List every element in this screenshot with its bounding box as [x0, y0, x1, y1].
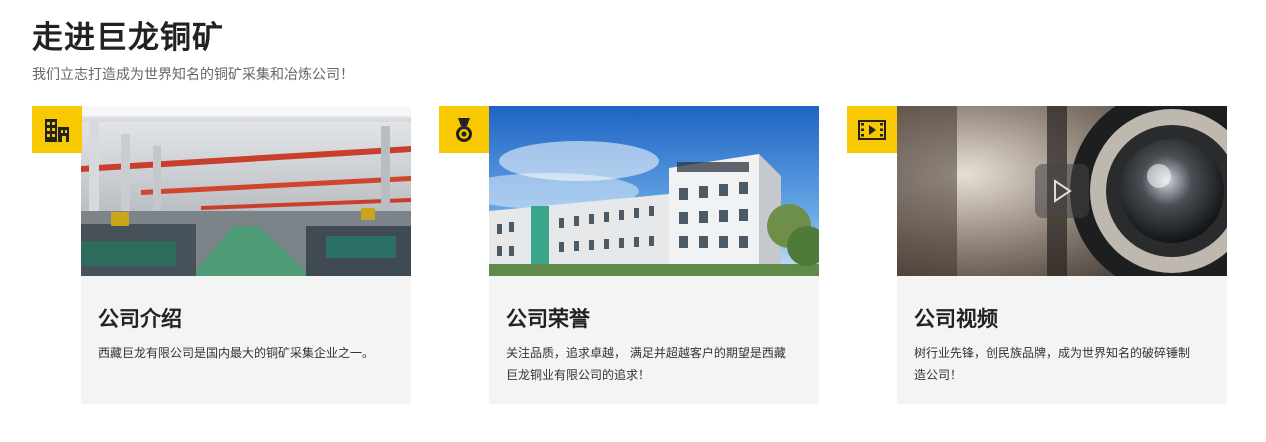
card-company-honors[interactable]: 公司荣誉 关注品质，追求卓越， 满足并超越客户的期望是西藏巨龙铜业有限公司的追求…: [489, 106, 819, 404]
card-body: 公司视频 树行业先锋，创民族品牌，成为世界知名的破碎锤制造公司！: [897, 276, 1227, 404]
play-button[interactable]: [1035, 164, 1089, 218]
section-title: 走进巨龙铜矿: [32, 20, 224, 56]
building-icon: [32, 106, 82, 153]
card-title[interactable]: 公司视频: [914, 303, 998, 333]
office-building-image[interactable]: [489, 106, 819, 276]
card-title[interactable]: 公司介绍: [98, 303, 182, 333]
factory-image[interactable]: [81, 106, 411, 276]
medal-icon: [439, 106, 489, 153]
section-subtitle: 我们立志打造成为世界知名的铜矿采集和冶炼公司！: [32, 67, 354, 83]
card-body: 公司荣誉 关注品质，追求卓越， 满足并超越客户的期望是西藏巨龙铜业有限公司的追求…: [489, 276, 819, 404]
card-company-video[interactable]: 公司视频 树行业先锋，创民族品牌，成为世界知名的破碎锤制造公司！: [897, 106, 1227, 404]
card-company-intro[interactable]: 公司介绍 西藏巨龙有限公司是国内最大的铜矿采集企业之一。: [81, 106, 411, 404]
film-icon: [847, 106, 897, 153]
card-title[interactable]: 公司荣誉: [506, 303, 590, 333]
card-description: 树行业先锋，创民族品牌，成为世界知名的破碎锤制造公司！: [914, 346, 1191, 382]
card-description: 西藏巨龙有限公司是国内最大的铜矿采集企业之一。: [98, 346, 375, 360]
camera-lens-image[interactable]: [897, 106, 1227, 276]
play-icon: [1054, 179, 1072, 203]
card-description: 关注品质，追求卓越， 满足并超越客户的期望是西藏巨龙铜业有限公司的追求！: [506, 346, 786, 382]
card-body: 公司介绍 西藏巨龙有限公司是国内最大的铜矿采集企业之一。: [81, 276, 411, 404]
